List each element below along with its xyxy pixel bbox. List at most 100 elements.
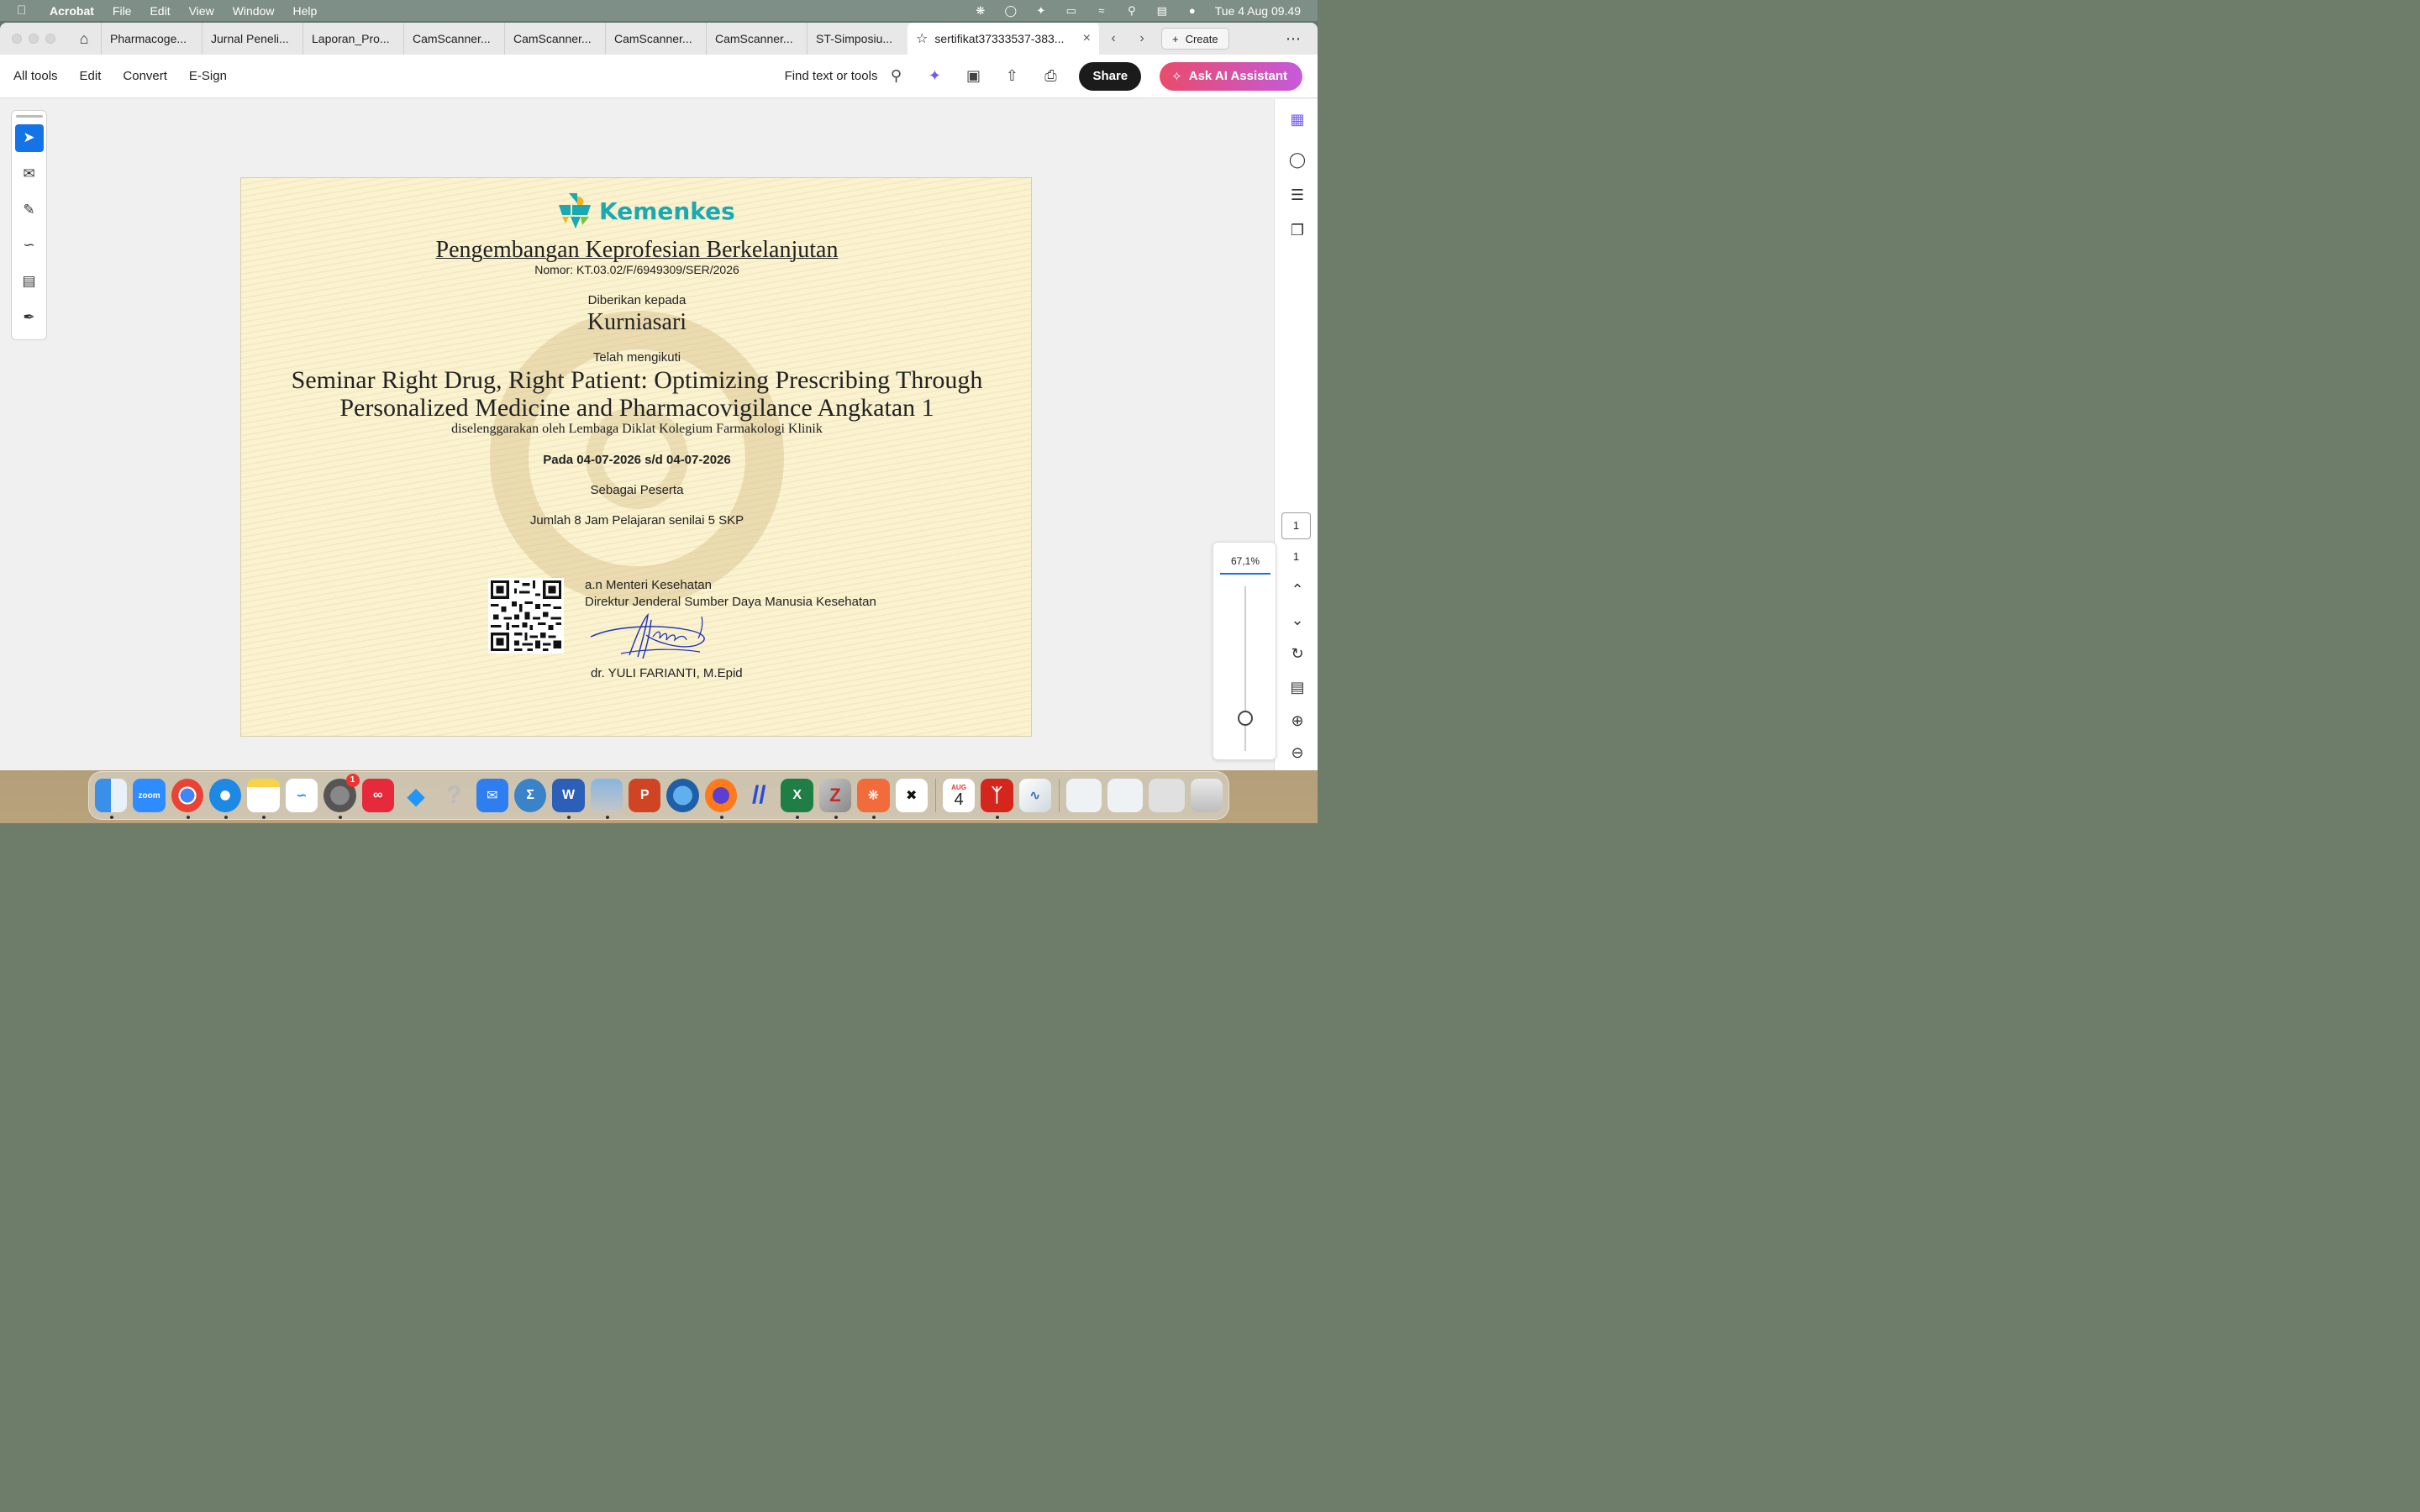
- system-settings-icon[interactable]: 1: [324, 774, 360, 819]
- safari-icon[interactable]: [209, 779, 242, 819]
- zoom-slider-handle[interactable]: [1238, 710, 1253, 726]
- microsoft-powerpoint-icon[interactable]: P: [629, 779, 661, 812]
- zoom-slider-track[interactable]: [1244, 586, 1246, 751]
- panel-grip-handle[interactable]: [15, 115, 43, 118]
- draw-freeform-icon[interactable]: ∽: [15, 232, 44, 260]
- comments-icon[interactable]: ◯: [1286, 151, 1308, 173]
- zoom-in-icon[interactable]: ⊕: [1286, 712, 1308, 734]
- zoom-app-icon[interactable]: zoom: [133, 779, 166, 812]
- menu-esign[interactable]: E-Sign: [189, 69, 227, 83]
- sparkle-status-icon[interactable]: ❋: [973, 4, 988, 17]
- next-page-icon[interactable]: ⌄: [1286, 612, 1308, 633]
- tab-document[interactable]: CamScanner...: [504, 23, 605, 55]
- chrome-icon[interactable]: [171, 779, 204, 819]
- cloud-upload-icon[interactable]: ⇧: [1002, 67, 1022, 85]
- menu-all-tools[interactable]: All tools: [13, 69, 58, 83]
- network-utility-icon[interactable]: [666, 779, 699, 812]
- tab-document[interactable]: CamScanner...: [605, 23, 706, 55]
- menu-edit[interactable]: Edit: [150, 4, 170, 18]
- maximize-window-button[interactable]: [45, 34, 55, 44]
- finder-icon[interactable]: [95, 779, 128, 819]
- select-cursor-icon[interactable]: ➤: [14, 123, 44, 152]
- menu-edit-pdf[interactable]: Edit: [80, 69, 102, 83]
- given-to-label: Diberikan kepada: [587, 293, 687, 307]
- wifi-icon[interactable]: ≈: [1094, 4, 1109, 17]
- tab-document[interactable]: CamScanner...: [706, 23, 807, 55]
- recent-document-thumbnail[interactable]: [1107, 779, 1144, 812]
- more-options-icon[interactable]: ⋯: [1286, 30, 1301, 48]
- home-icon[interactable]: ⌂: [72, 30, 96, 48]
- close-tab-icon[interactable]: ×: [1083, 31, 1091, 46]
- tab-document[interactable]: ST-Simposiu...: [807, 23, 908, 55]
- control-center-icon[interactable]: ▤: [1155, 4, 1170, 17]
- spotlight-search-icon[interactable]: ⚲: [1124, 4, 1139, 17]
- apple-menu-icon[interactable]: : [17, 3, 34, 18]
- print-icon[interactable]: ⎙: [1040, 67, 1060, 85]
- create-button[interactable]: + Create: [1161, 28, 1229, 50]
- preview-icon[interactable]: [590, 779, 623, 819]
- tab-document[interactable]: Pharmacoge...: [101, 23, 202, 55]
- star-icon[interactable]: ☆: [916, 30, 928, 47]
- notes-icon[interactable]: [247, 779, 280, 819]
- document-viewport[interactable]: ➤ ✉ ✎ ∽ ▤ ✒ Kemenkes Pengembangan Keprof…: [0, 99, 1274, 770]
- claude-icon[interactable]: ❋: [857, 779, 890, 819]
- tab-document[interactable]: Jurnal Peneli...: [202, 23, 302, 55]
- diamond-app-icon[interactable]: ◆: [400, 779, 432, 812]
- battery-icon[interactable]: ▭: [1064, 4, 1079, 17]
- previous-page-icon[interactable]: ⌃: [1286, 581, 1308, 603]
- menu-convert[interactable]: Convert: [123, 69, 167, 83]
- ai-tools-icon[interactable]: ✦: [924, 67, 944, 85]
- unknown-app-icon[interactable]: ?: [438, 779, 470, 812]
- zoom-out-icon[interactable]: ⊖: [1286, 744, 1308, 766]
- zotero-icon[interactable]: Z: [818, 779, 852, 819]
- save-icon[interactable]: ▣: [963, 67, 983, 85]
- mendeley-icon[interactable]: ∞: [361, 779, 394, 812]
- menu-help[interactable]: Help: [292, 4, 317, 18]
- firefox-icon[interactable]: [704, 779, 738, 819]
- mail-icon[interactable]: ✉: [476, 779, 508, 812]
- tab-active-document[interactable]: ☆ sertifikat37333537-383... ×: [908, 23, 1099, 55]
- current-page-input[interactable]: 1: [1281, 512, 1311, 539]
- ai-panel-icon[interactable]: ▦: [1286, 111, 1308, 133]
- fill-and-sign-icon[interactable]: ✒: [15, 303, 44, 331]
- minimize-window-button[interactable]: [29, 34, 39, 44]
- add-comment-icon[interactable]: ✉: [15, 160, 44, 188]
- mathtype-icon[interactable]: Σ: [513, 779, 547, 812]
- microsoft-excel-icon[interactable]: X: [781, 779, 813, 819]
- menu-window[interactable]: Window: [233, 4, 275, 18]
- find-text-or-tools[interactable]: Find text or tools ⚲: [785, 67, 907, 85]
- adobe-acrobat-icon[interactable]: ᛉ: [981, 779, 1013, 819]
- menu-file[interactable]: File: [113, 4, 132, 18]
- grapher-icon[interactable]: ∿: [1018, 779, 1051, 812]
- share-button[interactable]: Share: [1079, 61, 1142, 91]
- ask-ai-assistant-button[interactable]: ✧ Ask AI Assistant: [1160, 61, 1302, 91]
- rotate-icon[interactable]: ↻: [1286, 645, 1308, 667]
- zoom-level-input[interactable]: 67,1%: [1220, 553, 1270, 575]
- text-recognition-icon[interactable]: ▤: [15, 268, 44, 296]
- chevron-right-icon[interactable]: ›: [1128, 31, 1156, 46]
- tab-document[interactable]: Laporan_Pro...: [302, 23, 403, 55]
- highlight-pen-icon[interactable]: ✎: [15, 196, 44, 223]
- hashtag-app-icon[interactable]: //: [743, 779, 775, 812]
- recent-document-thumbnail[interactable]: [1149, 779, 1185, 812]
- grammarly-status-icon[interactable]: ◯: [1003, 4, 1018, 17]
- signer-name: dr. YULI FARIANTI, M.Epid: [591, 666, 743, 680]
- page-fit-icon[interactable]: ▤: [1286, 679, 1308, 701]
- close-window-button[interactable]: [12, 34, 22, 44]
- siri-icon[interactable]: ●: [1185, 4, 1200, 17]
- menubar-clock[interactable]: Tue 4 Aug 09.49: [1215, 4, 1301, 18]
- gemini-star-status-icon[interactable]: ✦: [1034, 4, 1049, 17]
- trash-icon[interactable]: [1190, 779, 1223, 812]
- menu-view[interactable]: View: [189, 4, 214, 18]
- chevron-left-icon[interactable]: ‹: [1099, 31, 1128, 46]
- microsoft-word-icon[interactable]: W: [552, 779, 585, 819]
- page-thumbnails-icon[interactable]: ❐: [1286, 222, 1308, 244]
- capcut-icon[interactable]: ✖: [895, 779, 928, 812]
- freeform-icon[interactable]: ∽: [285, 779, 318, 812]
- menu-app-name[interactable]: Acrobat: [50, 4, 94, 18]
- recent-document-thumbnail[interactable]: [1065, 779, 1102, 812]
- running-indicator: [567, 816, 571, 819]
- bookmarks-icon[interactable]: ☰: [1286, 186, 1308, 208]
- tab-document[interactable]: CamScanner...: [403, 23, 504, 55]
- calendar-icon[interactable]: AUG 4: [942, 779, 976, 812]
